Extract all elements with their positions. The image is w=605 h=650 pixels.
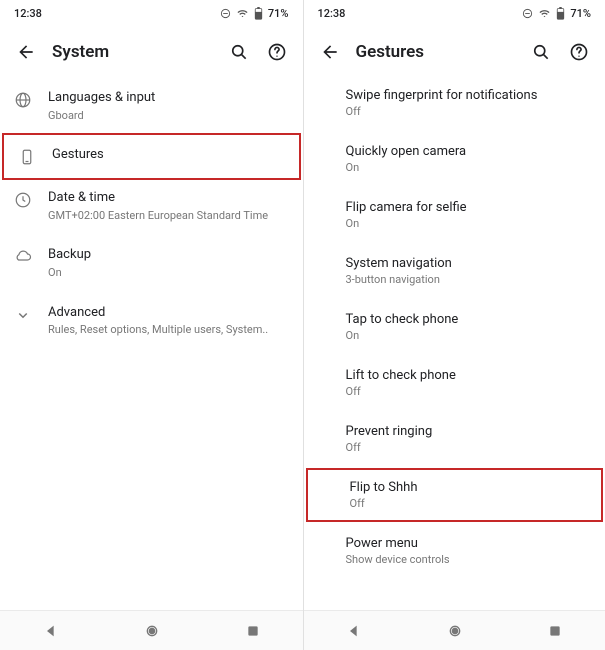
item-label: Lift to check phone [346,368,592,383]
app-bar: Gestures [304,26,605,78]
item-sub: On [346,329,592,342]
nav-home-icon [447,623,463,639]
nav-home-icon [144,623,160,639]
item-sub: Off [346,441,592,454]
item-label: System navigation [346,256,592,271]
search-button[interactable] [525,36,557,68]
wifi-icon [538,8,551,19]
help-button[interactable] [563,36,595,68]
item-label: Swipe fingerprint for notifications [346,88,592,103]
item-label: Flip camera for selfie [346,200,592,215]
nav-bar [0,610,303,650]
item-label: Languages & input [48,90,289,107]
status-right-cluster: 71% [220,7,289,20]
app-bar: System [0,26,303,78]
screen-system: 12:38 71% System [0,0,303,650]
phone-icon [18,148,36,166]
item-date-time[interactable]: Date & time GMT+02:00 Eastern European S… [0,178,303,235]
item-advanced[interactable]: Advanced Rules, Reset options, Multiple … [0,293,303,350]
nav-recent-icon [246,624,260,638]
page-title: System [52,42,223,62]
item-sub: Show device controls [346,553,592,566]
cloud-icon [14,248,32,266]
status-bar: 12:38 71% [0,0,303,26]
item-sub: Off [346,385,592,398]
item-tap-check-phone[interactable]: Tap to check phone On [304,302,605,352]
item-sub: Rules, Reset options, Multiple users, Sy… [48,323,289,337]
item-sub: Off [346,105,592,118]
status-bar: 12:38 71% [304,0,605,26]
item-label: Backup [48,247,289,264]
item-sub: Gboard [48,109,289,123]
item-backup[interactable]: Backup On [0,235,303,292]
item-sub: 3-button navigation [346,273,592,286]
item-label: Prevent ringing [346,424,592,439]
item-sub: GMT+02:00 Eastern European Standard Time [48,209,289,223]
nav-bar [304,610,605,650]
status-time: 12:38 [318,7,346,20]
item-label: Advanced [48,305,289,322]
help-button[interactable] [261,36,293,68]
nav-home-button[interactable] [447,623,463,639]
item-lift-check-phone[interactable]: Lift to check phone Off [304,358,605,408]
nav-back-icon [43,623,59,639]
globe-icon [14,91,32,109]
item-quickly-open-camera[interactable]: Quickly open camera On [304,134,605,184]
item-system-navigation[interactable]: System navigation 3-button navigation [304,246,605,296]
battery-icon [556,7,565,20]
search-button[interactable] [223,36,255,68]
nav-back-button[interactable] [346,623,362,639]
nav-recent-button[interactable] [246,624,260,638]
arrow-back-icon [16,42,36,62]
wifi-icon [236,8,249,19]
item-prevent-ringing[interactable]: Prevent ringing Off [304,414,605,464]
nav-home-button[interactable] [144,623,160,639]
clock-icon [14,191,32,209]
item-power-menu[interactable]: Power menu Show device controls [304,526,605,576]
item-swipe-fingerprint[interactable]: Swipe fingerprint for notifications Off [304,78,605,128]
back-button[interactable] [10,36,42,68]
nav-back-button[interactable] [43,623,59,639]
page-title: Gestures [356,42,526,62]
nav-back-icon [346,623,362,639]
settings-list: Languages & input Gboard Gestures Date &… [0,78,303,350]
arrow-back-icon [320,42,340,62]
chevron-down-icon [14,306,32,324]
status-time: 12:38 [14,7,42,20]
item-label: Tap to check phone [346,312,592,327]
item-sub: On [346,161,592,174]
item-label: Flip to Shhh [350,480,588,495]
status-battery: 71% [268,7,289,20]
item-sub: Off [350,497,588,510]
status-right-cluster: 71% [522,7,591,20]
item-label: Gestures [52,147,285,164]
item-sub: On [48,266,289,280]
item-label: Date & time [48,190,289,207]
item-flip-camera-selfie[interactable]: Flip camera for selfie On [304,190,605,240]
back-button[interactable] [314,36,346,68]
search-icon [531,42,551,62]
nav-recent-button[interactable] [548,624,562,638]
battery-icon [254,7,263,20]
search-icon [229,42,249,62]
item-label: Power menu [346,536,592,551]
item-label: Quickly open camera [346,144,592,159]
nav-recent-icon [548,624,562,638]
status-battery: 71% [570,7,591,20]
item-languages-input[interactable]: Languages & input Gboard [0,78,303,135]
item-gestures[interactable]: Gestures [2,133,301,180]
item-sub: On [346,217,592,230]
dnd-icon [522,8,533,19]
gestures-list: Swipe fingerprint for notifications Off … [304,78,605,576]
dnd-icon [220,8,231,19]
help-icon [267,42,287,62]
screen-gestures: 12:38 71% Gestures [303,0,605,650]
help-icon [569,42,589,62]
item-flip-to-shhh[interactable]: Flip to Shhh Off [306,468,604,522]
